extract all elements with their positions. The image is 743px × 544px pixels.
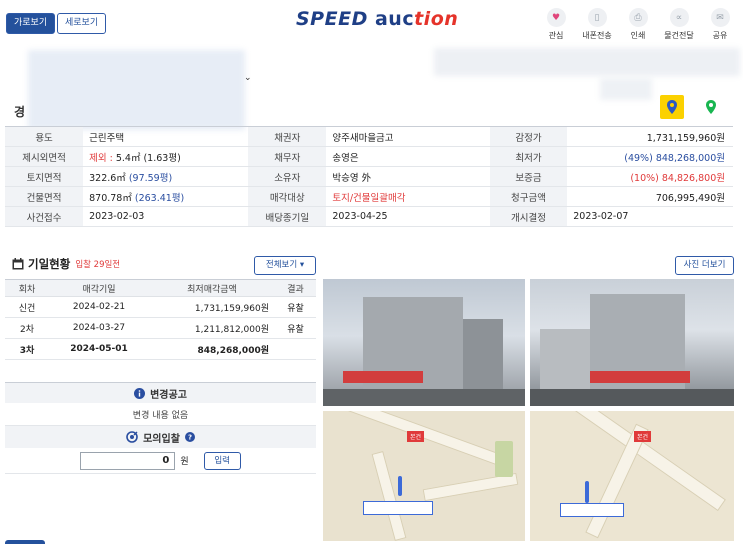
minimum-price-value: (49%) 848,268,000원 xyxy=(567,146,733,167)
schedule-section-title: 기일현황 입찰 29일전 xyxy=(12,256,120,272)
location-map[interactable]: 본건 xyxy=(323,411,525,541)
table-row: 제시외면적 제외 : 5.4㎡ (1.63평) 채무자 송영은 최저가 (49%… xyxy=(5,146,733,167)
share-action[interactable]: ✉ 공유 xyxy=(705,8,735,41)
sale-target-label: 매각대상 xyxy=(248,186,327,207)
blurred-case-info xyxy=(28,50,245,130)
favorite-action[interactable]: ♥ 관심 xyxy=(541,8,571,41)
case-received-label: 사건접수 xyxy=(5,206,84,227)
column-header: 매각기일 xyxy=(49,279,149,297)
column-header: 결과 xyxy=(275,279,316,297)
location-map[interactable]: 본건 xyxy=(530,411,734,541)
mock-bid-row: 0 원 입력 xyxy=(5,448,316,474)
building-area-label: 건물면적 xyxy=(5,186,84,207)
table-header-row: 회차 매각기일 최저매각금액 결과 xyxy=(5,279,316,297)
table-row: 3차 2024-05-01 848,268,000원 xyxy=(5,338,316,360)
send-to-phone-action[interactable]: ▯ 내폰전송 xyxy=(579,8,615,41)
dividend-deadline-label: 배당종기일 xyxy=(248,206,327,227)
deposit-label: 보증금 xyxy=(489,166,568,187)
appraisal-value: 1,731,159,960원 xyxy=(567,126,733,147)
horizontal-view-button[interactable]: 가로보기 xyxy=(6,13,56,34)
print-icon: ⎙ xyxy=(628,8,648,27)
commencement-label: 개시결정 xyxy=(489,206,568,227)
extra-area-value: 제외 : 5.4㎡ (1.63평) xyxy=(83,146,249,167)
creditor-value: 양주새마을금고 xyxy=(326,126,490,147)
bottom-tab-button[interactable] xyxy=(5,540,45,544)
column-header: 회차 xyxy=(5,279,49,297)
table-row: 신건 2024-02-21 1,731,159,960원 유찰 xyxy=(5,296,316,318)
extra-area-label: 제시외면적 xyxy=(5,146,84,167)
land-area-value: 322.6㎡ (97.59평) xyxy=(83,166,249,187)
more-photos-button[interactable]: 사진 더보기 xyxy=(675,256,734,275)
heart-icon: ♥ xyxy=(546,8,566,27)
auction-detail-page: 가로보기 세로보기 SPEED auction ♥ 관심 ▯ 내폰전송 ⎙ 인쇄… xyxy=(0,0,743,544)
mock-bid-input[interactable]: 0 xyxy=(80,451,176,470)
top-icon-bar: ♥ 관심 ▯ 내폰전송 ⎙ 인쇄 ∝ 물건전달 ✉ 공유 xyxy=(541,8,735,41)
sale-target-value: 토지/건물일괄매각 xyxy=(326,186,490,207)
commencement-value: 2023-02-07 xyxy=(567,206,733,227)
claim-amount-value: 706,995,490원 xyxy=(567,186,733,207)
usage-label: 용도 xyxy=(5,126,84,147)
blurred-address-info xyxy=(600,78,652,100)
table-row: 사건접수 2023-02-03 배당종기일 2023-04-25 개시결정 20… xyxy=(5,206,733,227)
speed-auction-logo[interactable]: SPEED auction xyxy=(296,8,458,30)
mail-icon: ✉ xyxy=(710,8,730,27)
column-header: 최저매각금액 xyxy=(149,279,275,297)
debtor-label: 채무자 xyxy=(248,146,327,167)
chevron-down-icon[interactable]: ⌄ xyxy=(244,73,252,83)
table-row: 건물면적 870.78㎡ (263.41평) 매각대상 토지/건물일괄매각 청구… xyxy=(5,186,733,207)
case-number-label: 경 xyxy=(14,105,26,119)
change-notice-header: 변경공고 xyxy=(5,382,316,403)
top-bar: 가로보기 세로보기 SPEED auction ♥ 관심 ▯ 내폰전송 ⎙ 인쇄… xyxy=(0,0,743,46)
enter-bid-button[interactable]: 입력 xyxy=(203,451,241,470)
owner-value: 박승영 外 xyxy=(326,166,490,187)
subject-property-badge: 본건 xyxy=(407,431,425,442)
building-photo[interactable] xyxy=(323,279,525,406)
minimum-price-label: 최저가 xyxy=(489,146,568,167)
calendar-icon xyxy=(12,258,24,270)
appraisal-label: 감정가 xyxy=(489,126,568,147)
phone-icon: ▯ xyxy=(587,8,607,27)
usage-value: 근린주택 xyxy=(83,126,249,147)
table-row: 용도 근린주택 채권자 양주새마을금고 감정가 1,731,159,960원 xyxy=(5,126,733,147)
info-icon xyxy=(134,387,146,399)
dividend-deadline-value: 2023-04-25 xyxy=(326,206,490,227)
land-area-label: 토지면적 xyxy=(5,166,84,187)
naver-map-pin-icon[interactable] xyxy=(699,95,723,119)
mock-bid-header: 모의입찰 ? xyxy=(5,426,316,448)
building-area-value: 870.78㎡ (263.41평) xyxy=(83,186,249,207)
print-action[interactable]: ⎙ 인쇄 xyxy=(623,8,653,41)
table-row: 토지면적 322.6㎡ (97.59평) 소유자 박승영 外 보증금 (10%)… xyxy=(5,166,733,187)
kakao-map-pin-icon[interactable] xyxy=(660,95,684,119)
case-received-value: 2023-02-03 xyxy=(83,206,249,227)
vertical-view-button[interactable]: 세로보기 xyxy=(57,13,107,34)
claim-amount-label: 청구금액 xyxy=(489,186,568,207)
deposit-value: (10%) 84,826,800원 xyxy=(567,166,733,187)
building-photo[interactable] xyxy=(530,279,734,406)
property-info-table: 용도 근린주택 채권자 양주새마을금고 감정가 1,731,159,960원 제… xyxy=(5,126,733,227)
table-row: 2차 2024-03-27 1,211,812,000원 유찰 xyxy=(5,317,316,339)
share-nodes-icon: ∝ xyxy=(669,8,689,27)
deliver-item-action[interactable]: ∝ 물건전달 xyxy=(661,8,697,41)
help-icon[interactable]: ? xyxy=(184,432,195,442)
auction-schedule-table: 회차 매각기일 최저매각금액 결과 신건 2024-02-21 1,731,15… xyxy=(5,279,316,360)
view-all-button[interactable]: 전체보기 ▾ xyxy=(254,256,316,275)
owner-label: 소유자 xyxy=(248,166,327,187)
blurred-court-info xyxy=(434,48,740,76)
target-icon xyxy=(126,431,138,443)
debtor-value: 송영은 xyxy=(326,146,490,167)
notice-box: 변경공고 변경 내용 없음 모의입찰 ? 0 원 입력 xyxy=(5,382,316,474)
svg-text:?: ? xyxy=(188,434,192,442)
change-notice-body: 변경 내용 없음 xyxy=(5,403,316,426)
creditor-label: 채권자 xyxy=(248,126,327,147)
unit-label: 원 xyxy=(180,457,189,467)
subject-property-badge: 본건 xyxy=(634,431,652,442)
